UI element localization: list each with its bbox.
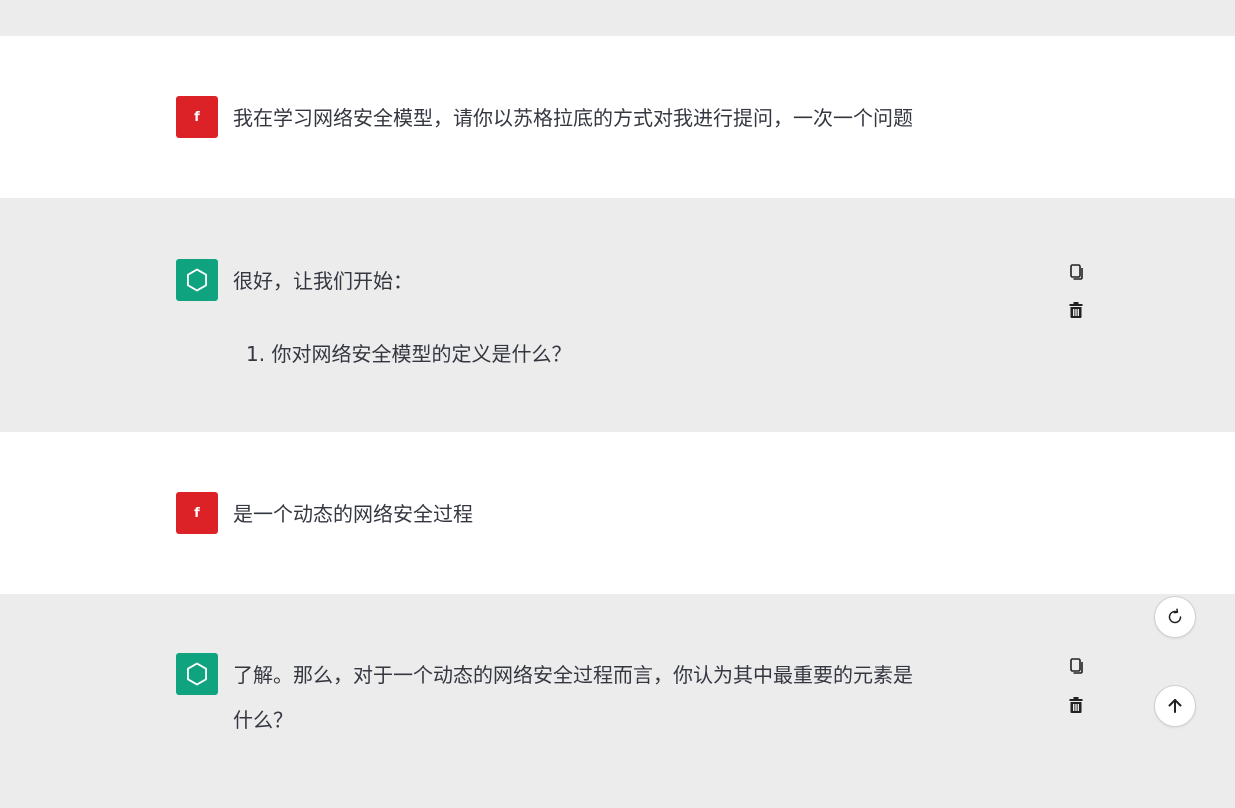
user-message-row: f 是一个动态的网络安全过程 bbox=[0, 432, 1235, 594]
openai-logo-icon bbox=[187, 662, 207, 686]
assistant-message-text-line2: 什么？ bbox=[233, 708, 293, 732]
regenerate-button[interactable] bbox=[1154, 596, 1196, 638]
top-strip bbox=[0, 0, 1235, 36]
arrow-up-icon bbox=[1168, 699, 1182, 713]
assistant-avatar bbox=[176, 259, 218, 301]
trash-icon bbox=[1069, 697, 1083, 713]
copy-icon bbox=[1070, 264, 1083, 280]
copy-button[interactable] bbox=[1067, 262, 1085, 282]
assistant-avatar bbox=[176, 653, 218, 695]
user-avatar-letter: f bbox=[194, 109, 200, 125]
user-avatar: f bbox=[176, 96, 218, 138]
user-message-text: 我在学习网络安全模型，请你以苏格拉底的方式对我进行提问，一次一个问题 bbox=[233, 106, 913, 130]
scroll-to-top-button[interactable] bbox=[1154, 685, 1196, 727]
user-avatar: f bbox=[176, 492, 218, 534]
copy-icon bbox=[1070, 658, 1083, 674]
delete-button[interactable] bbox=[1067, 300, 1085, 320]
list-item: 1. 你对网络安全模型的定义是什么？ bbox=[246, 342, 572, 366]
openai-logo-icon bbox=[187, 268, 207, 292]
user-avatar-letter: f bbox=[194, 505, 200, 521]
user-message-row: f 我在学习网络安全模型，请你以苏格拉底的方式对我进行提问，一次一个问题 bbox=[0, 36, 1235, 198]
user-message-text: 是一个动态的网络安全过程 bbox=[233, 502, 473, 526]
assistant-message-text-line1: 了解。那么，对于一个动态的网络安全过程而言，你认为其中最重要的元素是 bbox=[233, 663, 913, 687]
delete-button[interactable] bbox=[1067, 695, 1085, 715]
assistant-message-row: 很好，让我们开始： 1. 你对网络安全模型的定义是什么？ bbox=[0, 198, 1235, 432]
assistant-message-text: 很好，让我们开始： bbox=[233, 269, 413, 293]
assistant-message-row: 了解。那么，对于一个动态的网络安全过程而言，你认为其中最重要的元素是 什么？ bbox=[0, 594, 1235, 808]
copy-button[interactable] bbox=[1067, 656, 1085, 676]
trash-icon bbox=[1069, 302, 1083, 318]
refresh-icon bbox=[1168, 608, 1182, 624]
